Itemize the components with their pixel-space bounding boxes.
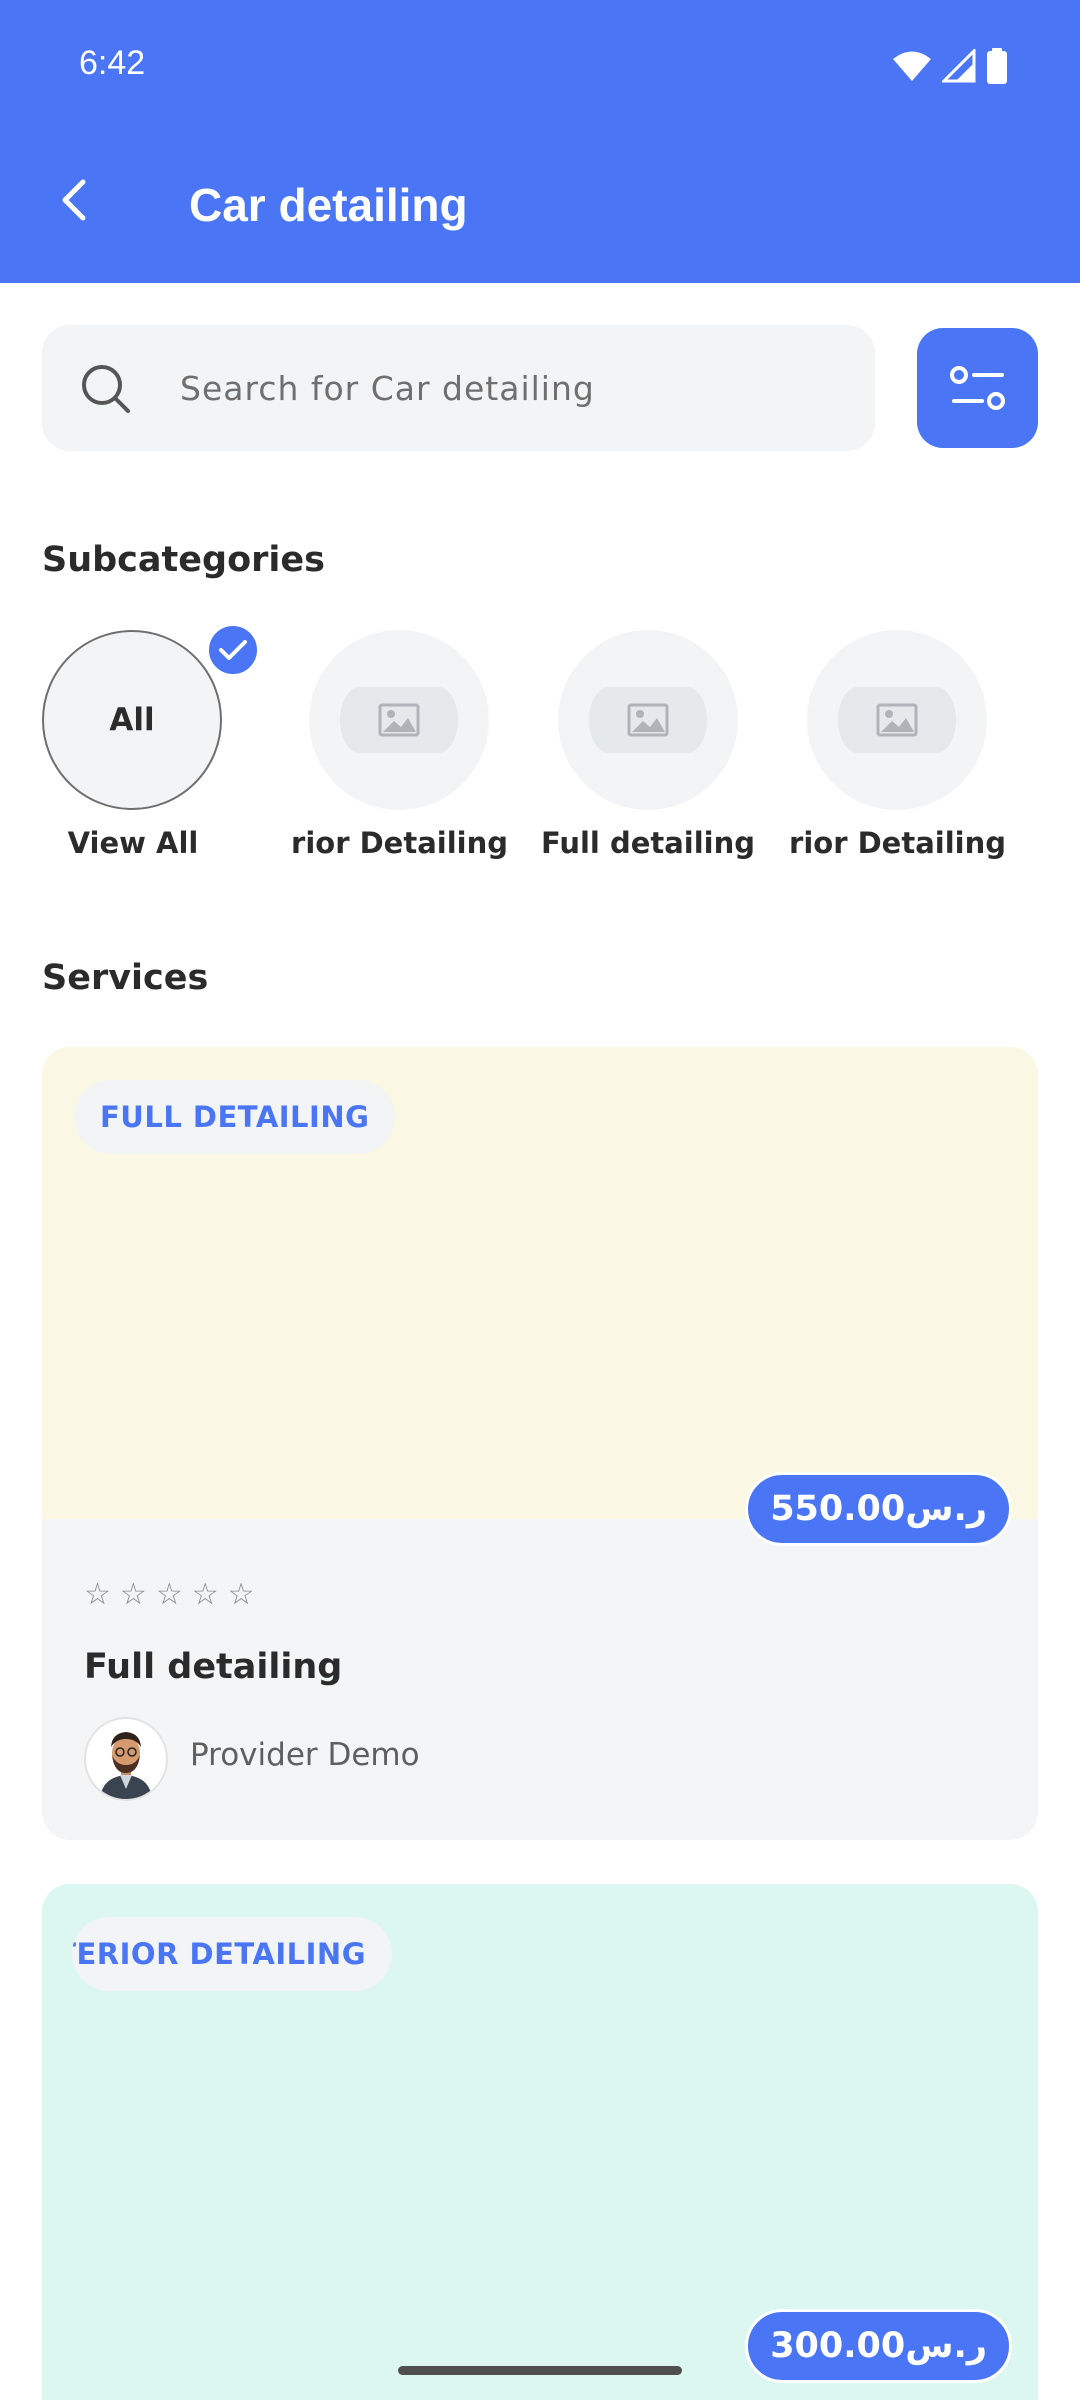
image-placeholder [589,687,707,753]
filter-icon [949,366,1005,410]
subcategory-image [309,630,489,810]
status-time: 6:42 [79,44,146,82]
subcategory-view-all[interactable]: All View All [0,630,230,880]
star-icon: ☆ [227,1577,255,1612]
price-chip: 550.00ر.س [745,1472,1012,1546]
star-icon: ☆ [119,1577,147,1612]
battery-icon [987,48,1007,84]
back-arrow-icon [62,179,86,221]
star-icon: ☆ [155,1577,183,1612]
provider-name[interactable]: Provider Demo [190,1737,420,1773]
service-name: Full detailing [84,1647,343,1687]
subcategories-title: Subcategories [42,540,325,580]
subcategory-label: Interior Detailing [290,826,508,860]
search-icon [82,365,130,413]
signal-icon [942,49,976,83]
avatar-icon [100,1732,152,1799]
app-bar: 6:42 Car detailing [0,0,1080,283]
wifi-icon [893,51,931,81]
status-icons [892,48,1008,84]
subcategory-all-text: All [109,702,155,738]
image-placeholder [340,687,458,753]
category-chip: EXTERIOR DETAILING [72,1917,392,1991]
subcategory-all-circle: All [42,630,222,810]
subcategory-exterior-detailing[interactable]: Exterior Detailing [766,630,1014,880]
back-button[interactable] [48,174,100,226]
search-input[interactable] [180,359,840,417]
star-icon: ☆ [84,1577,111,1612]
provider-avatar[interactable] [84,1717,168,1801]
selected-check-badge [206,623,260,677]
search-box[interactable] [42,325,875,451]
subcategory-label: Exterior Detailing [788,826,1006,860]
services-title: Services [42,958,209,998]
star-icon: ☆ [191,1577,219,1612]
filter-button[interactable] [917,328,1038,448]
image-placeholder [838,687,956,753]
page-title: Car detailing [189,179,468,231]
price-chip: 300.00ر.س [745,2309,1012,2383]
category-chip: FULL DETAILING [74,1080,396,1154]
subcategory-label: Full detailing [540,826,756,860]
subcategory-interior-detailing[interactable]: Interior Detailing [268,630,516,880]
image-icon [627,703,669,737]
service-card[interactable]: FULL DETAILING 550.00ر.س ☆ ☆ ☆ ☆ ☆ Full … [42,1047,1038,1840]
check-icon [219,640,247,660]
service-card[interactable]: EXTERIOR DETAILING 300.00ر.س [42,1884,1038,2400]
subcategory-image [807,630,987,810]
subcategory-full-detailing[interactable]: Full detailing [517,630,765,880]
subcategory-image [558,630,738,810]
subcategory-label: View All [67,826,199,860]
rating-stars: ☆ ☆ ☆ ☆ ☆ [84,1577,255,1612]
home-indicator[interactable] [398,2366,682,2375]
image-icon [378,703,420,737]
image-icon [876,703,918,737]
